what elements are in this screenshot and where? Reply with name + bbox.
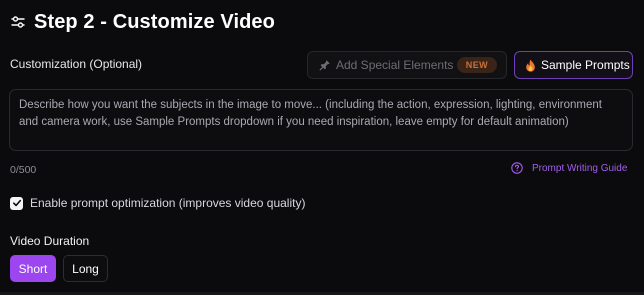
new-badge: NEW <box>456 57 497 73</box>
add-special-elements-label: Add Special Elements <box>336 58 454 72</box>
prompt-optimization-label: Enable prompt optimization (improves vid… <box>30 196 306 210</box>
prompt-textarea[interactable]: Describe how you want the subjects in th… <box>9 89 633 151</box>
video-duration-label: Video Duration <box>10 234 90 248</box>
question-circle-icon <box>511 162 523 174</box>
sliders-icon <box>10 14 26 30</box>
pin-icon <box>319 59 331 71</box>
fire-icon <box>525 59 536 72</box>
page-title: Step 2 - Customize Video <box>34 10 275 33</box>
prompt-writing-guide-link[interactable]: Prompt Writing Guide <box>511 162 627 174</box>
checkmark-icon <box>12 199 21 207</box>
duration-long-button[interactable]: Long <box>63 255 108 282</box>
sample-prompts-button[interactable]: Sample Prompts <box>514 51 633 79</box>
prompt-placeholder: Describe how you want the subjects in th… <box>19 99 602 128</box>
step-header: Step 2 - Customize Video <box>10 9 275 35</box>
add-special-elements-button[interactable]: Add Special Elements NEW <box>307 51 507 79</box>
prompt-writing-guide-label: Prompt Writing Guide <box>532 162 628 174</box>
prompt-optimization-toggle[interactable]: Enable prompt optimization (improves vid… <box>10 196 305 210</box>
character-counter: 0/500 <box>10 164 37 176</box>
prompt-optimization-checkbox[interactable] <box>10 196 23 210</box>
sample-prompts-label: Sample Prompts <box>541 58 630 72</box>
customization-label: Customization (Optional) <box>10 57 143 71</box>
duration-short-button[interactable]: Short <box>10 255 56 282</box>
